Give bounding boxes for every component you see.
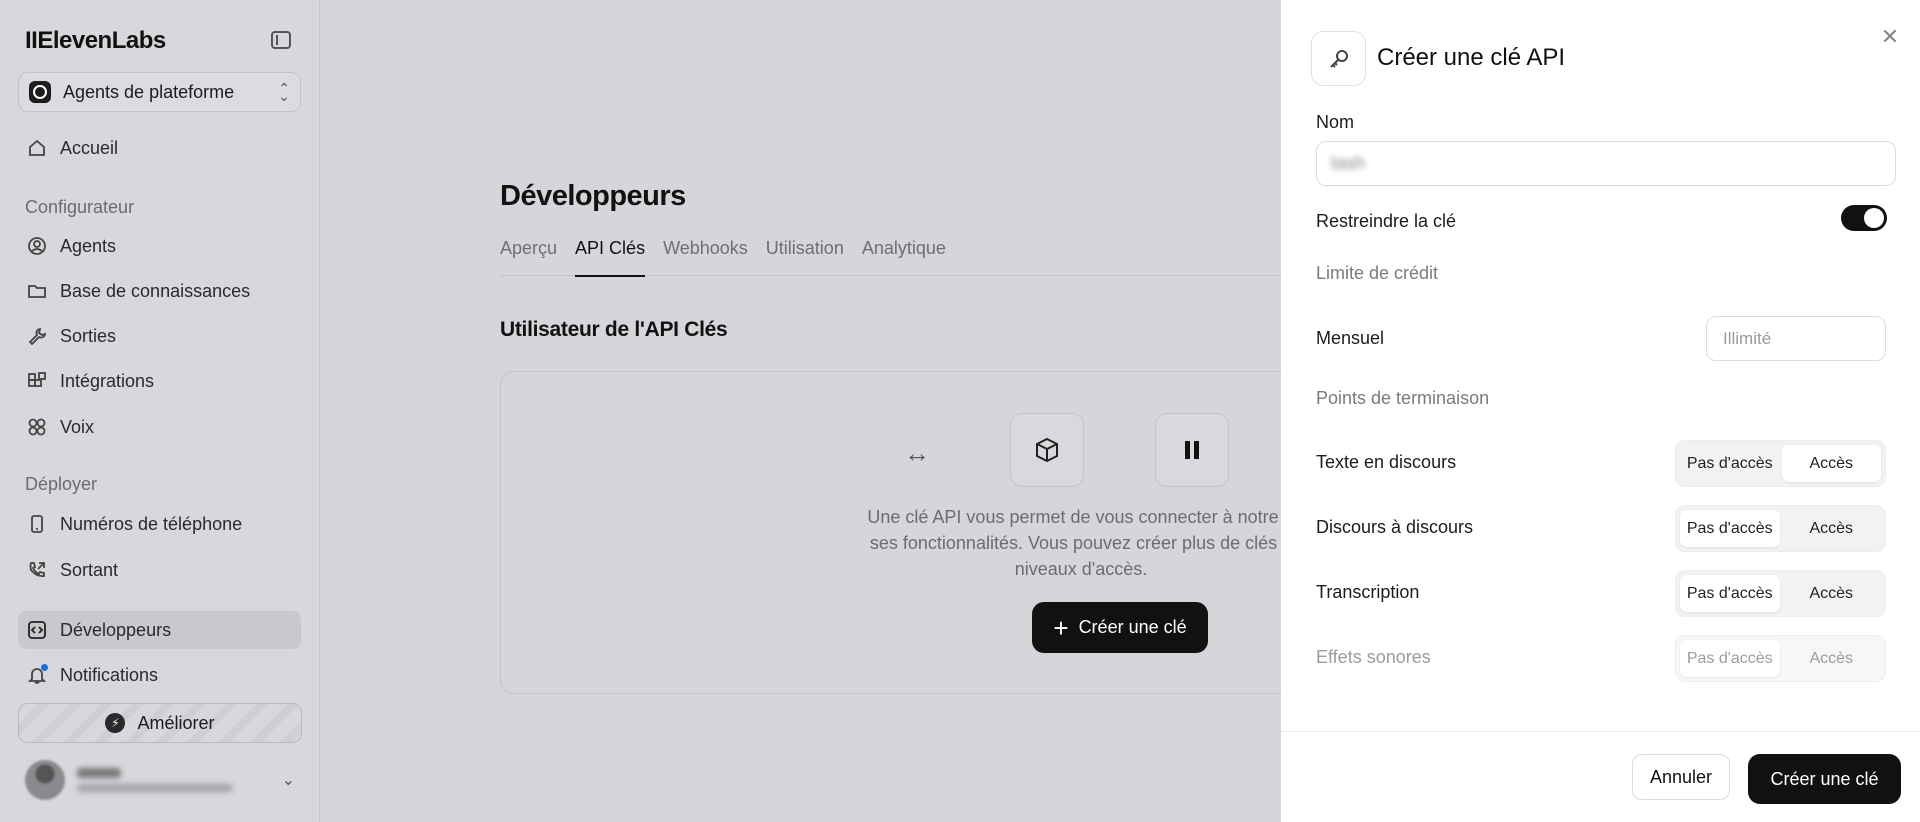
endpoint-label-sound-effects: Effets sonores [1316,647,1431,667]
voices-icon [26,416,48,438]
cube-icon [1010,413,1084,487]
key-icon [1311,31,1366,86]
section-title: Utilisateur de l'API Clés [500,318,728,341]
drawer-title: Créer une clé API [1377,44,1566,71]
sidebar-item-outputs[interactable]: Sorties [18,317,301,355]
sidebar-item-label: Intégrations [60,370,155,391]
integrations-icon [26,370,48,392]
sidebar-item-label: Voix [60,416,95,437]
option-access[interactable]: Accès [1782,510,1882,547]
name-label: Nom [1316,112,1355,132]
option-no-access[interactable]: Pas d'accès [1680,575,1780,612]
bolt-icon: ⚡ [105,713,126,733]
workspace-label: Agents de plateforme [63,81,235,102]
monthly-label: Mensuel [1316,328,1385,348]
sidebar-item-integrations[interactable]: Intégrations [18,362,301,400]
tab-webhooks[interactable]: Webhooks [663,236,757,276]
close-icon[interactable]: ✕ [1878,24,1902,49]
code-icon [26,619,48,641]
workspace-selector[interactable]: Agents de plateforme ⌃ ⌄ [18,72,301,112]
option-access[interactable]: Accès [1781,445,1881,482]
endpoint-label-transcription: Transcription [1316,582,1420,602]
endpoints-label: Points de terminaison [1316,388,1490,408]
home-icon [26,137,48,159]
sidebar-collapse-icon[interactable] [271,31,291,49]
sidebar: IIElevenLabs Agents de plateforme ⌃ ⌄ Acc… [0,0,320,822]
main-content: Développeurs Aperçu API Clés Webhooks Ut… [321,0,1320,822]
sidebar-item-label: Développeurs [60,619,172,640]
option-access: Accès [1809,649,1854,667]
workspace-icon [29,81,51,103]
phone-outgoing-icon [26,559,48,581]
upgrade-button[interactable]: ⚡ Améliorer [18,703,302,743]
sidebar-item-knowledge-base[interactable]: Base de connaissances [18,272,301,310]
sidebar-item-label: Base de connaissances [60,280,251,301]
cancel-button[interactable]: Annuler [1632,754,1730,800]
tab-analytics[interactable]: Analytique [862,236,955,276]
option-access[interactable]: Accès [1782,575,1882,612]
endpoint-access-transcription[interactable]: Pas d'accès Accès [1675,570,1886,617]
user-circle-icon [26,235,48,257]
sidebar-item-label: Notifications [60,664,159,685]
create-api-key-drawer: Créer une clé API ✕ Nom tash Restreindre… [1281,0,1920,822]
confirm-create-key-button[interactable]: Créer une clé [1748,754,1901,804]
plus-icon: + [1053,612,1069,643]
sidebar-item-label: Agents [60,235,117,256]
endpoint-access-sound-effects: Pas d'accès Accès [1675,635,1886,682]
empty-line-1: Une clé API vous permet de vous connecte… [867,507,1295,527]
name-value: tash [1331,153,1366,173]
page-title: Développeurs [500,180,686,212]
upgrade-label: Améliorer [137,712,215,733]
sidebar-item-notifications[interactable]: Notifications [18,656,301,694]
sidebar-item-home[interactable]: Accueil [18,129,301,167]
tab-usage[interactable]: Utilisation [766,236,853,276]
tab-bar: Aperçu API Clés Webhooks Utilisation Ana… [500,236,1320,277]
wrench-icon [26,325,48,347]
user-menu[interactable]: ⌄ [25,758,295,802]
endpoint-label-sts: Discours à discours [1316,517,1474,537]
empty-line-2: ses fonctionnalités. Vous pouvez créer p… [869,533,1293,553]
restrict-key-label: Restreindre la clé [1316,211,1457,231]
sidebar-item-label: Sorties [60,325,117,346]
credit-limit-label: Limite de crédit [1316,263,1439,283]
folder-icon [26,280,48,302]
notification-dot [41,664,48,671]
chevron-down-icon: ⌄ [281,772,295,789]
sidebar-item-voices[interactable]: Voix [18,408,301,446]
drawer-footer: Annuler Créer une clé [1281,731,1920,822]
option-no-access[interactable]: Pas d'accès [1680,510,1780,547]
sidebar-item-label: Numéros de téléphone [60,513,243,534]
endpoint-access-tts[interactable]: Pas d'accès Accès [1675,440,1886,487]
monthly-limit-input[interactable]: Illimité [1706,316,1886,361]
bell-icon [26,664,48,686]
logo: IIElevenLabs [25,27,166,54]
section-label-deploy: Déployer [25,474,98,494]
option-no-access[interactable]: Pas d'accès [1680,445,1780,482]
create-key-button[interactable]: + Créer une clé [1032,602,1208,653]
endpoint-label-tts: Texte en discours [1316,452,1457,472]
tab-api-keys[interactable]: API Clés [575,236,654,277]
phone-icon [26,513,48,535]
chevron-updown-icon: ⌃ ⌄ [278,80,290,104]
sidebar-item-label: Accueil [60,137,119,158]
user-info-redacted [77,768,233,792]
empty-state-description: Une clé API vous permet de vous connecte… [831,504,1331,582]
create-key-label: Créer une clé [1078,617,1187,637]
option-no-access: Pas d'accès [1680,640,1780,677]
sidebar-item-developers[interactable]: Développeurs [18,611,301,649]
avatar [25,760,65,800]
empty-line-3: niveaux d'accès. [1014,559,1148,579]
arrow-bidirectional-icon: ↔ [904,438,930,468]
pause-icon [1155,413,1229,487]
section-label-config: Configurateur [25,197,135,217]
sidebar-item-outbound[interactable]: Sortant [18,551,301,589]
tab-overview[interactable]: Aperçu [500,236,566,276]
sidebar-item-label: Sortant [60,559,119,580]
endpoint-access-sts[interactable]: Pas d'accès Accès [1675,505,1886,552]
sidebar-item-agents[interactable]: Agents [18,227,301,265]
restrict-key-toggle[interactable] [1841,205,1887,231]
sidebar-item-phone-numbers[interactable]: Numéros de téléphone [18,505,301,543]
name-input[interactable]: tash [1316,141,1896,186]
